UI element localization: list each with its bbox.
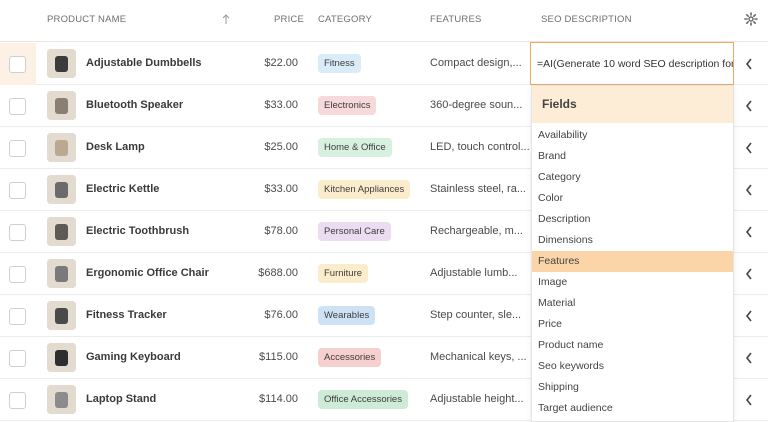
dropdown-item[interactable]: Description: [532, 209, 733, 230]
product-name[interactable]: Laptop Stand: [86, 393, 156, 405]
dropdown-item[interactable]: Seo keywords: [532, 356, 733, 377]
product-features: 360-degree soun...: [430, 99, 523, 111]
chevron-left-icon[interactable]: [745, 142, 753, 154]
row-checkbox[interactable]: [9, 140, 26, 157]
seo-formula-input[interactable]: =AI(Generate 10 word SEO description for: [530, 42, 734, 85]
row-checkbox[interactable]: [9, 182, 26, 199]
row-checkbox[interactable]: [9, 392, 26, 409]
dropdown-item[interactable]: Product name: [532, 335, 733, 356]
product-price: $78.00: [264, 225, 298, 237]
product-price: $115.00: [259, 351, 298, 363]
dropdown-item[interactable]: Category: [532, 167, 733, 188]
dropdown-item[interactable]: Price: [532, 314, 733, 335]
product-thumbnail: [47, 385, 76, 414]
product-features: Mechanical keys, ...: [430, 351, 527, 363]
col-seo-description[interactable]: SEO DESCRIPTION: [541, 14, 632, 25]
chevron-left-icon[interactable]: [745, 58, 753, 70]
chevron-left-icon[interactable]: [745, 100, 753, 112]
product-thumbnail: [47, 301, 76, 330]
category-badge: Electronics: [318, 96, 377, 115]
product-price: $33.00: [264, 183, 298, 195]
row-checkbox[interactable]: [9, 56, 26, 73]
category-badge: Furniture: [318, 264, 369, 283]
seo-formula-text: =AI(Generate 10 word SEO description for: [537, 58, 734, 70]
product-name[interactable]: Ergonomic Office Chair: [86, 267, 209, 279]
col-category[interactable]: CATEGORY: [318, 14, 372, 25]
product-features: Rechargeable, m...: [430, 225, 523, 237]
product-name[interactable]: Electric Toothbrush: [86, 225, 189, 237]
chevron-left-icon[interactable]: [745, 184, 753, 196]
row-checkbox[interactable]: [9, 98, 26, 115]
category-badge: Office Accessories: [318, 390, 408, 409]
dropdown-item[interactable]: Color: [532, 188, 733, 209]
product-thumbnail: [47, 133, 76, 162]
col-product-name[interactable]: PRODUCT NAME: [47, 14, 126, 25]
product-price: $33.00: [264, 99, 298, 111]
dropdown-title: Fields: [532, 86, 733, 123]
category-badge: Personal Care: [318, 222, 391, 241]
dropdown-item[interactable]: Image: [532, 272, 733, 293]
dropdown-item[interactable]: Shipping: [532, 377, 733, 398]
chevron-left-icon[interactable]: [745, 226, 753, 238]
product-features: Compact design,...: [430, 57, 522, 69]
col-price[interactable]: PRICE: [274, 14, 304, 25]
category-badge: Accessories: [318, 348, 382, 367]
product-features: Stainless steel, ra...: [430, 183, 526, 195]
gear-icon[interactable]: [744, 12, 758, 26]
product-price: $114.00: [259, 393, 298, 405]
product-features: LED, touch control...: [430, 141, 530, 153]
dropdown-item[interactable]: Features: [532, 251, 733, 272]
product-thumbnail: [47, 175, 76, 204]
category-badge: Kitchen Appliances: [318, 180, 411, 199]
product-name[interactable]: Gaming Keyboard: [86, 351, 181, 363]
product-name[interactable]: Bluetooth Speaker: [86, 99, 183, 111]
product-name[interactable]: Electric Kettle: [86, 183, 159, 195]
dropdown-item[interactable]: Brand: [532, 146, 733, 167]
product-features: Adjustable height...: [430, 393, 524, 405]
chevron-left-icon[interactable]: [745, 352, 753, 364]
dropdown-item[interactable]: Target audience: [532, 398, 733, 419]
row-checkbox[interactable]: [9, 308, 26, 325]
chevron-left-icon[interactable]: [745, 268, 753, 280]
row-checkbox[interactable]: [9, 266, 26, 283]
dropdown-item[interactable]: Material: [532, 293, 733, 314]
product-price: $76.00: [264, 309, 298, 321]
dropdown-item[interactable]: Dimensions: [532, 230, 733, 251]
product-price: $25.00: [264, 141, 298, 153]
dropdown-item[interactable]: Availability: [532, 125, 733, 146]
product-price: $22.00: [264, 57, 298, 69]
product-name[interactable]: Fitness Tracker: [86, 309, 167, 321]
product-name[interactable]: Adjustable Dumbbells: [86, 57, 202, 69]
chevron-left-icon[interactable]: [745, 310, 753, 322]
product-thumbnail: [47, 217, 76, 246]
product-features: Step counter, sle...: [430, 309, 522, 321]
product-thumbnail: [47, 91, 76, 120]
category-badge: Fitness: [318, 54, 361, 73]
product-name[interactable]: Desk Lamp: [86, 141, 145, 153]
chevron-left-icon[interactable]: [745, 394, 753, 406]
product-thumbnail: [47, 49, 76, 78]
dropdown-list: Availability Brand Category Color Descriptio…: [532, 123, 733, 419]
arrow-up-icon[interactable]: [222, 13, 230, 25]
row-checkbox[interactable]: [9, 224, 26, 241]
fields-dropdown: Fields Availability Brand Category Color Des…: [531, 85, 734, 422]
table-header: PRODUCT NAME PRICE CATEGORY FEATURES SEO…: [0, 0, 768, 42]
category-badge: Home & Office: [318, 138, 392, 157]
product-thumbnail: [47, 343, 76, 372]
col-features[interactable]: FEATURES: [430, 14, 482, 25]
row-checkbox[interactable]: [9, 350, 26, 367]
product-price: $688.00: [258, 267, 298, 279]
category-badge: Wearables: [318, 306, 376, 325]
product-features: Adjustable lumb...: [430, 267, 518, 279]
product-thumbnail: [47, 259, 76, 288]
